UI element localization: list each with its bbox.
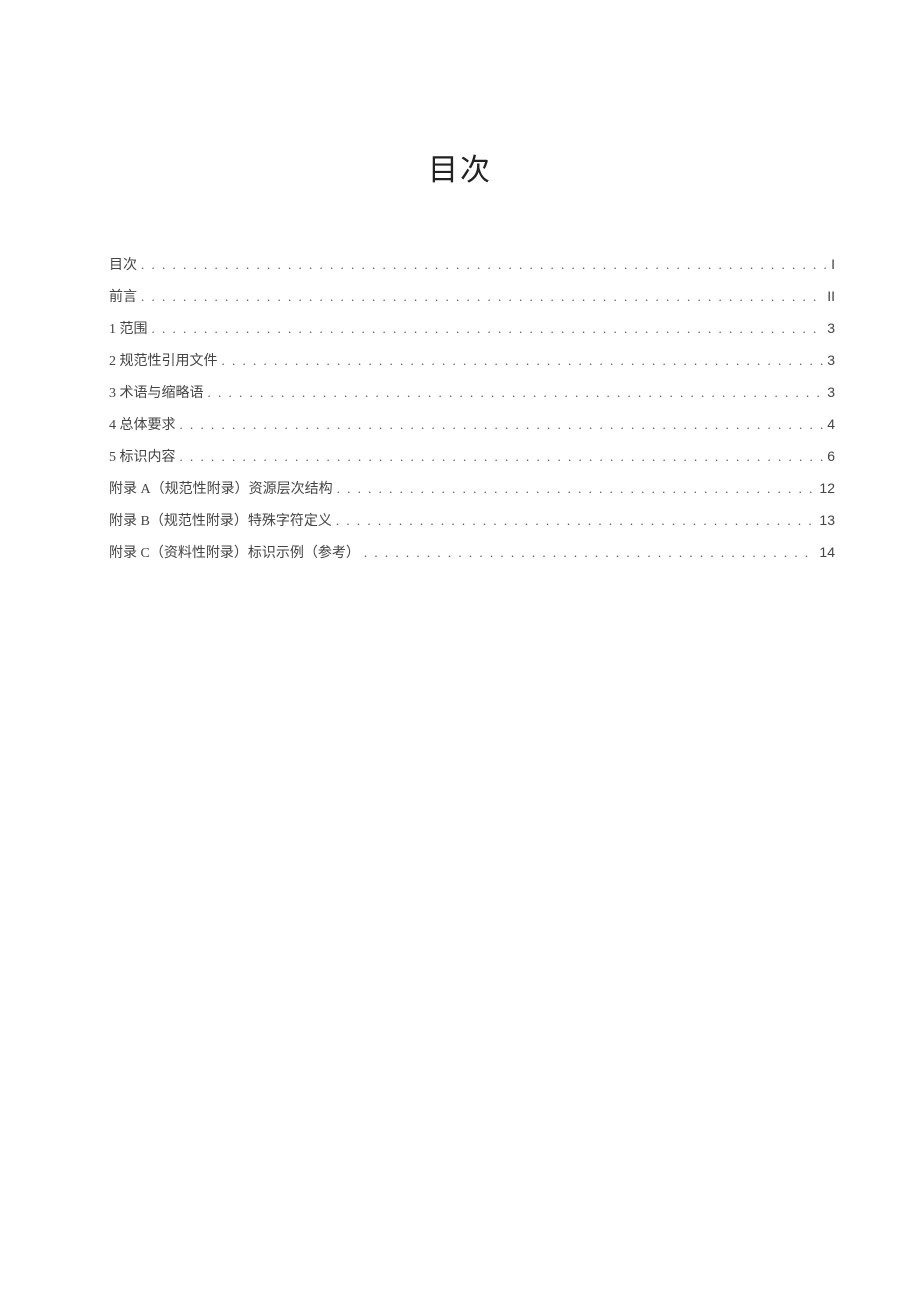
toc-label: 2 规范性引用文件 bbox=[109, 350, 218, 370]
toc-label: 4 总体要求 bbox=[109, 414, 176, 434]
toc-page: 12 bbox=[819, 480, 835, 496]
toc-entry: 5 标识内容 6 bbox=[109, 446, 835, 466]
toc-label: 5 标识内容 bbox=[109, 446, 176, 466]
toc-page: II bbox=[827, 288, 835, 304]
toc-entry: 前言 II bbox=[109, 286, 835, 306]
toc-page: 14 bbox=[819, 544, 835, 560]
toc-dots bbox=[141, 289, 823, 305]
toc-page: 3 bbox=[827, 384, 835, 400]
toc-label: 附录 C（资料性附录）标识示例（参考） bbox=[109, 542, 360, 562]
toc-dots bbox=[180, 449, 824, 465]
toc-page: 3 bbox=[827, 320, 835, 336]
toc-dots bbox=[152, 321, 824, 337]
toc-page: I bbox=[831, 256, 835, 272]
toc-dots bbox=[141, 257, 827, 273]
toc-dots bbox=[337, 481, 816, 497]
toc-entry: 目次 I bbox=[109, 254, 835, 274]
toc-entry: 附录 C（资料性附录）标识示例（参考） 14 bbox=[109, 542, 835, 562]
toc-dots bbox=[208, 385, 824, 401]
toc-entry: 3 术语与缩略语 3 bbox=[109, 382, 835, 402]
toc-page: 6 bbox=[827, 448, 835, 464]
toc-entry: 2 规范性引用文件 3 bbox=[109, 350, 835, 370]
toc-container: 目次 I 前言 II 1 范围 3 2 规范性引用文件 3 3 术语与缩略语 3… bbox=[0, 254, 920, 562]
toc-dots bbox=[222, 353, 824, 369]
toc-label: 目次 bbox=[109, 254, 137, 274]
toc-page: 3 bbox=[827, 352, 835, 368]
toc-entry: 4 总体要求 4 bbox=[109, 414, 835, 434]
toc-label: 3 术语与缩略语 bbox=[109, 382, 204, 402]
toc-dots bbox=[180, 417, 824, 433]
toc-label: 1 范围 bbox=[109, 318, 148, 338]
toc-dots bbox=[364, 545, 816, 561]
toc-entry: 附录 A（规范性附录）资源层次结构 12 bbox=[109, 478, 835, 498]
page-title: 目次 bbox=[0, 0, 920, 254]
toc-page: 13 bbox=[819, 512, 835, 528]
toc-entry: 附录 B（规范性附录）特殊字符定义 13 bbox=[109, 510, 835, 530]
toc-label: 附录 B（规范性附录）特殊字符定义 bbox=[109, 510, 332, 530]
toc-label: 附录 A（规范性附录）资源层次结构 bbox=[109, 478, 333, 498]
toc-dots bbox=[336, 513, 816, 529]
toc-page: 4 bbox=[827, 416, 835, 432]
toc-label: 前言 bbox=[109, 286, 137, 306]
toc-entry: 1 范围 3 bbox=[109, 318, 835, 338]
